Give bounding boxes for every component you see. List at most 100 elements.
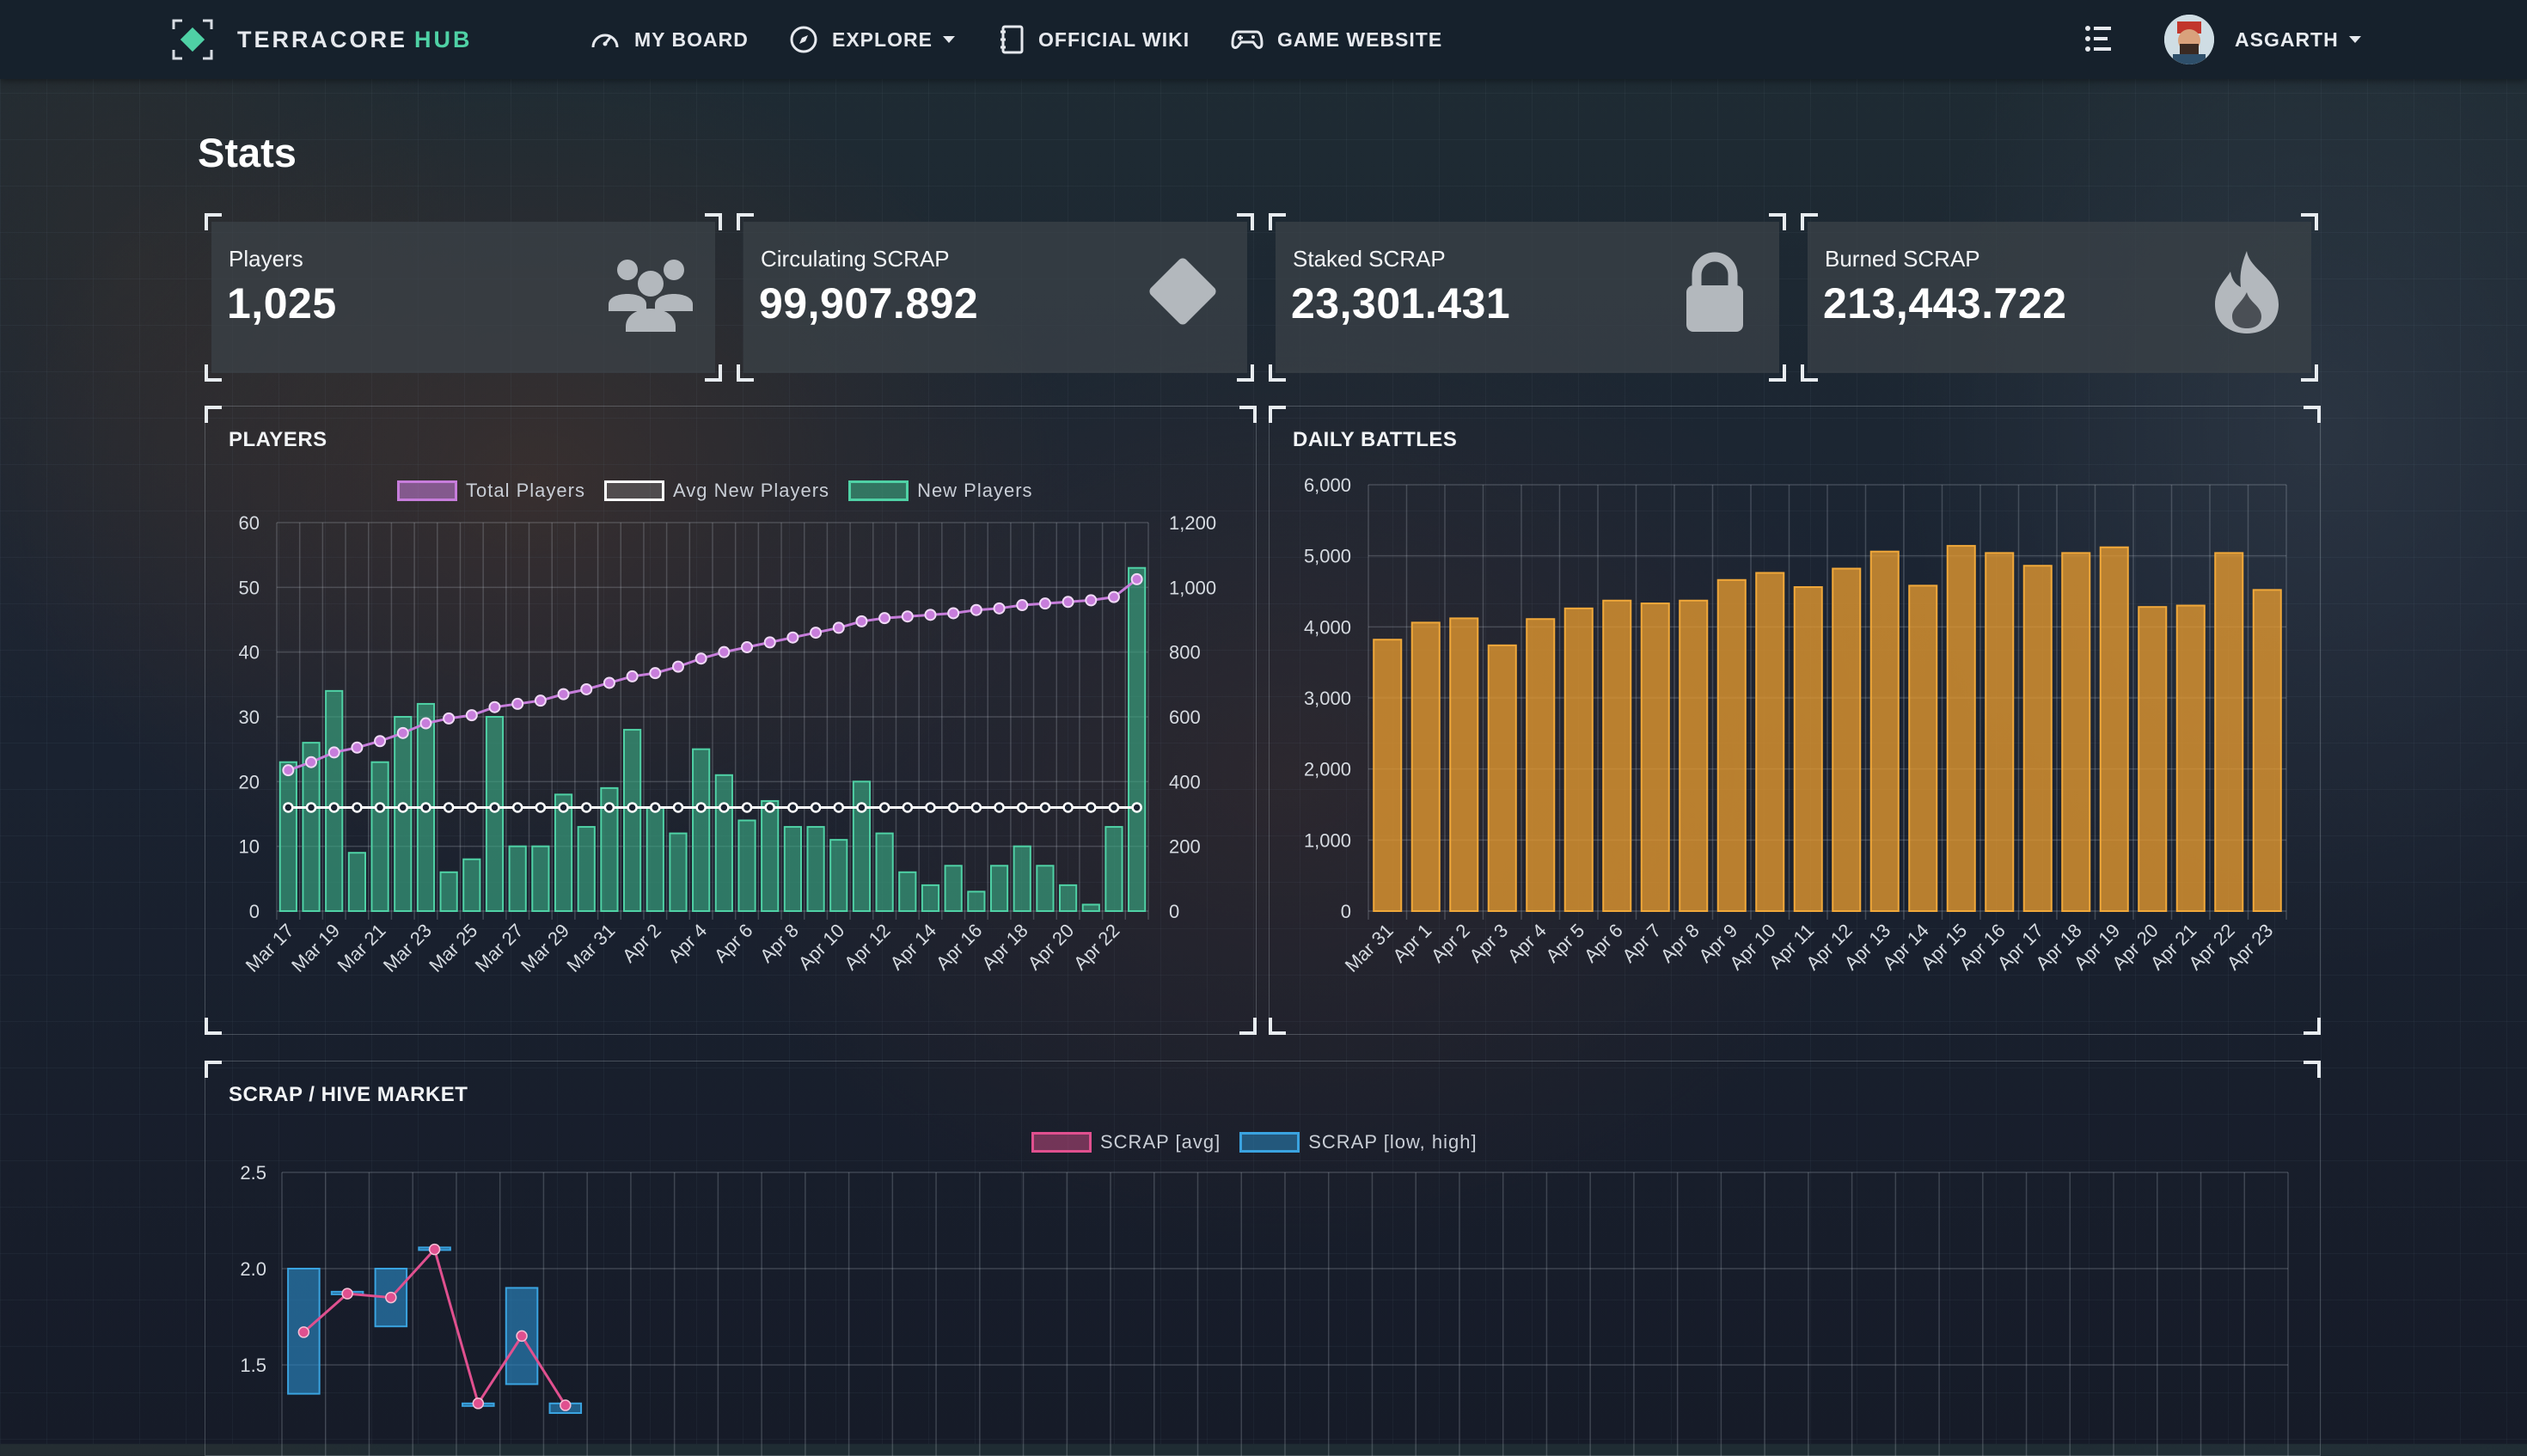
battles-bar	[1526, 618, 1556, 913]
avg-new-players-point	[603, 802, 615, 813]
new-players-bar	[646, 806, 664, 913]
chevron-down-icon	[2348, 36, 2361, 43]
new-players-bar	[783, 826, 803, 913]
stat-label: Burned SCRAP	[1825, 246, 1980, 272]
nav-game-website-label: GAME WEBSITE	[1277, 28, 1443, 51]
x-tick-label: Apr 20	[1024, 920, 1079, 975]
total-players-point	[947, 607, 960, 620]
y-tick-label: 10	[239, 836, 260, 858]
username: ASGARTH	[2235, 28, 2339, 51]
avg-new-players-point	[535, 802, 547, 813]
stat-value: 213,443.722	[1823, 279, 2067, 327]
stat-value: 1,025	[227, 279, 337, 327]
avg-new-players-point	[1039, 802, 1051, 813]
battles-bar	[1869, 550, 1900, 912]
y-tick-label: 60	[239, 512, 260, 534]
y-tick-label: 2,000	[1304, 759, 1351, 780]
avg-new-players-point	[810, 802, 822, 813]
avg-new-players-point	[397, 802, 409, 813]
x-tick-label: Mar 17	[242, 920, 298, 976]
total-players-point	[511, 697, 524, 710]
avg-new-players-point	[305, 802, 317, 813]
logo-text: TERRACORE HUB	[237, 26, 473, 52]
total-players-point	[305, 756, 318, 768]
stat-label: Players	[229, 246, 303, 272]
new-players-bar	[1036, 865, 1055, 912]
battles-bar	[2061, 552, 2091, 913]
book-icon	[1000, 25, 1024, 54]
x-tick-label: Apr 3	[1465, 920, 1512, 967]
gamepad-icon	[1231, 30, 1264, 49]
y-tick-label: 50	[239, 577, 260, 598]
y2-tick-label: 1,000	[1169, 577, 1216, 598]
x-tick-label: Apr 6	[710, 920, 757, 967]
compass-icon	[790, 26, 817, 53]
stat-card-staked-scrap: Staked SCRAP 23,301.431	[1269, 213, 1786, 382]
new-players-bar	[967, 890, 986, 913]
x-tick-label: Apr 12	[840, 920, 895, 975]
nav-official-wiki[interactable]: OFFICIAL WIKI	[999, 22, 1190, 57]
logo[interactable]: TERRACORE HUB	[172, 19, 473, 60]
scrap-avg-point	[385, 1291, 397, 1304]
stat-value: 23,301.431	[1291, 279, 1511, 327]
players-chart: 0 0 10 200 20 400 30 600 40 800 50 1,000 60 1,200 Mar …	[239, 512, 1217, 976]
avg-new-players-point	[878, 802, 890, 813]
x-tick-label: Mar 25	[425, 920, 481, 976]
avg-new-players-point	[925, 802, 936, 813]
new-players-bar	[669, 832, 688, 913]
x-tick-label: Apr 4	[1503, 920, 1551, 967]
new-players-bar	[1058, 884, 1078, 912]
avg-new-players-point	[511, 802, 523, 813]
total-players-point	[534, 694, 547, 707]
avg-new-players-point	[741, 802, 753, 813]
avg-new-players-point	[328, 802, 340, 813]
x-tick-label: Apr 16	[932, 920, 987, 975]
daily-battles-panel: DAILY BATTLES 0 1,000 2,000 3,000 4,000 5,000…	[1269, 406, 2321, 1035]
user-menu[interactable]: ASGARTH	[2164, 14, 2361, 65]
total-players-point	[603, 676, 615, 689]
nav-game-website[interactable]: GAME WEBSITE	[1231, 22, 1442, 57]
scrap-avg-point	[472, 1398, 485, 1410]
x-tick-label: Mar 27	[471, 920, 528, 976]
avg-new-players-point	[672, 802, 684, 813]
scrap-avg-point	[428, 1243, 441, 1256]
total-players-point	[1085, 594, 1098, 607]
avatar	[2164, 15, 2214, 64]
nav-explore[interactable]: EXPLORE	[789, 22, 955, 57]
total-players-point	[351, 741, 364, 754]
battles-bar	[2252, 589, 2282, 912]
nav-my-board[interactable]: MY BOARD	[590, 22, 749, 57]
avg-new-players-point	[580, 802, 592, 813]
scrap-avg-point	[341, 1288, 353, 1300]
new-players-bar	[485, 716, 505, 912]
avg-new-players-point	[695, 802, 707, 813]
battles-bar	[2099, 546, 2129, 912]
battles-bar	[1755, 572, 1785, 913]
new-players-bar	[714, 774, 733, 912]
total-players-point	[1130, 572, 1143, 585]
terracore-logo-icon	[172, 19, 213, 60]
y-tick-label: 20	[239, 771, 260, 792]
y-tick-label: 3,000	[1304, 688, 1351, 709]
avg-new-players-point	[1131, 802, 1142, 813]
new-players-bar	[370, 761, 389, 912]
total-players-point	[282, 764, 295, 777]
new-players-bar	[531, 845, 550, 913]
new-players-bar	[508, 845, 527, 913]
new-players-bar	[898, 871, 917, 912]
new-players-bar	[325, 689, 344, 912]
battles-bar	[1487, 644, 1517, 912]
y-tick-label: 0	[249, 901, 260, 922]
total-players-point	[1107, 590, 1120, 603]
total-players-point	[1016, 599, 1029, 612]
total-players-point	[901, 610, 914, 623]
list-menu-icon[interactable]	[2083, 23, 2114, 58]
lock-icon	[1686, 252, 1743, 332]
x-tick-label: Apr 8	[1656, 920, 1704, 967]
x-tick-label: Apr 6	[1580, 920, 1627, 967]
total-players-point	[741, 641, 754, 654]
new-players-bar	[944, 865, 963, 912]
top-nav-bar: TERRACORE HUB MY BOARD EXPLORE OFFICIAL W…	[0, 0, 2527, 79]
y-tick-label: 6,000	[1304, 474, 1351, 496]
avg-new-players-point	[994, 802, 1005, 813]
